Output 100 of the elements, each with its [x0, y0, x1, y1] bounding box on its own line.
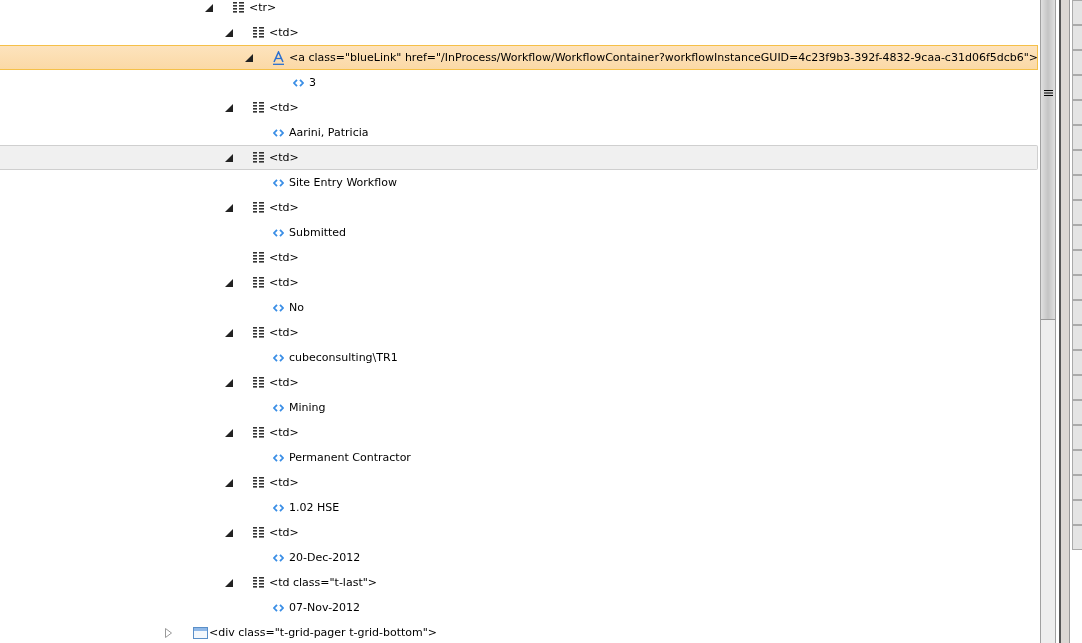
side-panel-cell	[1072, 0, 1082, 25]
element-tag-label: <td>	[269, 426, 299, 439]
table-row-icon	[233, 2, 244, 13]
expanded-arrow-icon[interactable]	[225, 528, 233, 537]
expanded-arrow-icon[interactable]	[225, 378, 233, 387]
tree-node[interactable]: <td>	[0, 370, 1038, 395]
tree-node[interactable]: 3	[0, 70, 1038, 95]
expanded-arrow-icon[interactable]	[225, 103, 233, 112]
expanded-arrow-icon[interactable]	[225, 28, 233, 37]
expanded-arrow-icon[interactable]	[225, 278, 233, 287]
tree-node[interactable]: Permanent Contractor	[0, 445, 1038, 470]
side-panel-cell	[1072, 200, 1082, 225]
splitter-bar[interactable]	[1059, 0, 1070, 643]
side-panel-cell	[1072, 225, 1082, 250]
code-brackets-icon	[273, 603, 284, 612]
table-row-icon	[253, 427, 264, 438]
table-row-icon	[253, 477, 264, 488]
table-row-icon	[253, 152, 264, 163]
code-brackets-icon	[273, 353, 284, 362]
text-node-label: Site Entry Workflow	[289, 176, 397, 189]
side-panel-cell	[1072, 250, 1082, 275]
tree-node[interactable]: 20-Dec-2012	[0, 545, 1038, 570]
element-tag-label: <tr>	[249, 1, 277, 14]
text-node-label: cubeconsulting\TR1	[289, 351, 398, 364]
tree-node[interactable]: <td>	[0, 20, 1038, 45]
element-tag-label: <td>	[269, 101, 299, 114]
tree-node[interactable]: <td>	[0, 95, 1038, 120]
expanded-arrow-icon[interactable]	[225, 203, 233, 212]
tree-node[interactable]: <td>	[0, 470, 1038, 495]
table-row-icon	[253, 577, 264, 588]
text-node-label: Submitted	[289, 226, 347, 239]
expanded-arrow-icon[interactable]	[225, 478, 233, 487]
text-node-label: Mining	[289, 401, 326, 414]
table-row-icon	[253, 27, 264, 38]
expanded-arrow-icon[interactable]	[225, 578, 233, 587]
tree-node[interactable]: Site Entry Workflow	[0, 170, 1038, 195]
element-tag-label: <td>	[269, 376, 299, 389]
tree-node[interactable]: 1.02 HSE	[0, 495, 1038, 520]
code-brackets-icon	[273, 303, 284, 312]
tree-node[interactable]: <td class="t-last">	[0, 570, 1038, 595]
element-tag-label: <td>	[269, 251, 299, 264]
tree-node[interactable]: <td>	[0, 195, 1038, 220]
side-panel-cell	[1072, 525, 1082, 550]
text-node-label: No	[289, 301, 304, 314]
element-tag-label: <td>	[269, 201, 299, 214]
code-brackets-icon	[273, 453, 284, 462]
expanded-arrow-icon[interactable]	[225, 153, 233, 162]
element-tag-label: <td>	[269, 326, 299, 339]
tree-node[interactable]: <td>	[0, 320, 1038, 345]
side-panel-cell	[1072, 400, 1082, 425]
element-tag-label: <td class="t-last">	[269, 576, 377, 589]
side-panel-cell	[1072, 150, 1082, 175]
element-tag-label: <td>	[269, 26, 299, 39]
code-brackets-icon	[273, 128, 284, 137]
table-row-icon	[253, 252, 264, 263]
side-panel-cell	[1072, 325, 1082, 350]
text-node-label: 20-Dec-2012	[289, 551, 361, 564]
tree-node[interactable]: 07-Nov-2012	[0, 595, 1038, 620]
expanded-arrow-icon[interactable]	[245, 53, 253, 62]
table-row-icon	[253, 102, 264, 113]
side-panel-cell	[1072, 375, 1082, 400]
side-panel-cell	[1072, 25, 1082, 50]
underlined-letter-icon	[273, 50, 284, 65]
expanded-arrow-icon[interactable]	[225, 328, 233, 337]
side-panel-cell	[1072, 100, 1082, 125]
side-panel-cell	[1072, 125, 1082, 150]
code-brackets-icon	[273, 178, 284, 187]
scrollbar-thumb[interactable]	[1041, 0, 1055, 320]
expanded-arrow-icon[interactable]	[205, 3, 213, 12]
element-tag-label: <td>	[269, 526, 299, 539]
tree-node[interactable]: <td>	[0, 420, 1038, 445]
tree-node[interactable]: Aarini, Patricia	[0, 120, 1038, 145]
tree-node[interactable]: Submitted	[0, 220, 1038, 245]
vertical-scrollbar[interactable]	[1040, 0, 1056, 643]
tree-node[interactable]: cubeconsulting\TR1	[0, 345, 1038, 370]
side-panel-cell	[1072, 50, 1082, 75]
collapsed-arrow-icon[interactable]	[165, 627, 172, 638]
side-panel-cell	[1072, 75, 1082, 100]
tree-node[interactable]: <td>	[0, 145, 1038, 170]
code-brackets-icon	[273, 503, 284, 512]
tree-node[interactable]: <td>	[0, 245, 1038, 270]
side-panel-cell	[1072, 175, 1082, 200]
tree-node[interactable]: <a class="blueLink" href="/InProcess/Workflow/WorkflowContainer?workflowInstanceGUID=4c23f9b3-392f-4832-9caa-c31d06f5dcb6">	[0, 45, 1038, 70]
side-panel-cell	[1072, 450, 1082, 475]
text-node-label: 3	[309, 76, 316, 89]
expanded-arrow-icon[interactable]	[225, 428, 233, 437]
side-panel-cell	[1072, 350, 1082, 375]
tree-node[interactable]: Mining	[0, 395, 1038, 420]
table-row-icon	[253, 277, 264, 288]
element-tag-label: <div class="t-grid-pager t-grid-bottom">	[209, 626, 437, 639]
tree-node[interactable]: No	[0, 295, 1038, 320]
tree-node[interactable]: <div class="t-grid-pager t-grid-bottom">	[0, 620, 1038, 643]
element-tag-label: <td>	[269, 276, 299, 289]
code-brackets-icon	[273, 228, 284, 237]
table-row-icon	[253, 202, 264, 213]
element-tag-label: <td>	[269, 476, 299, 489]
tree-node[interactable]: <td>	[0, 270, 1038, 295]
text-node-label: 1.02 HSE	[289, 501, 340, 514]
tree-node[interactable]: <td>	[0, 520, 1038, 545]
tree-node[interactable]: <tr>	[0, 0, 1038, 20]
